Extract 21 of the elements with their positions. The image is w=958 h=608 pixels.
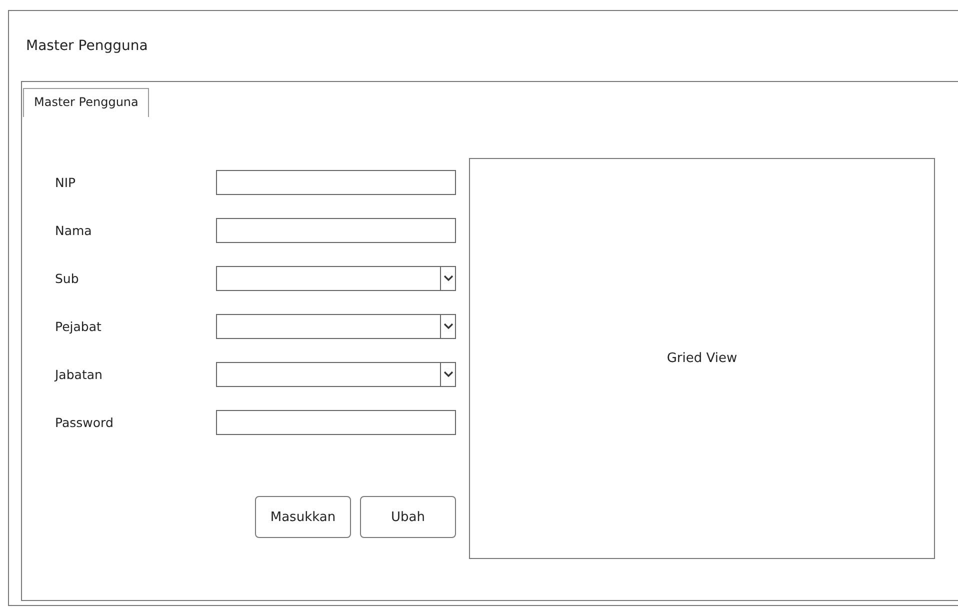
- input-field[interactable]: [216, 170, 456, 194]
- field-label: NIP: [55, 174, 76, 190]
- chevron-down-icon: [440, 362, 455, 386]
- field-label: Password: [55, 414, 114, 430]
- chevron-down-icon: [440, 314, 455, 338]
- dropdown-field[interactable]: [216, 362, 456, 386]
- button[interactable]: Masukkan: [255, 496, 351, 538]
- input-field[interactable]: [216, 218, 456, 242]
- field-label: Jabatan: [55, 366, 102, 382]
- grid-view-label: Gried View: [666, 351, 738, 366]
- input-field[interactable]: [216, 410, 456, 434]
- grid-view[interactable]: Gried View: [469, 158, 935, 559]
- button[interactable]: Ubah: [360, 496, 456, 538]
- dropdown-field[interactable]: [216, 266, 456, 290]
- field-label: Pejabat: [55, 318, 102, 334]
- field-label: Sub: [55, 270, 79, 286]
- dropdown-field[interactable]: [216, 314, 456, 338]
- window-title: Master Pengguna: [25, 37, 148, 55]
- chevron-down-icon: [440, 266, 455, 290]
- tab[interactable]: Master Pengguna: [23, 88, 150, 117]
- field-label: Nama: [55, 222, 92, 238]
